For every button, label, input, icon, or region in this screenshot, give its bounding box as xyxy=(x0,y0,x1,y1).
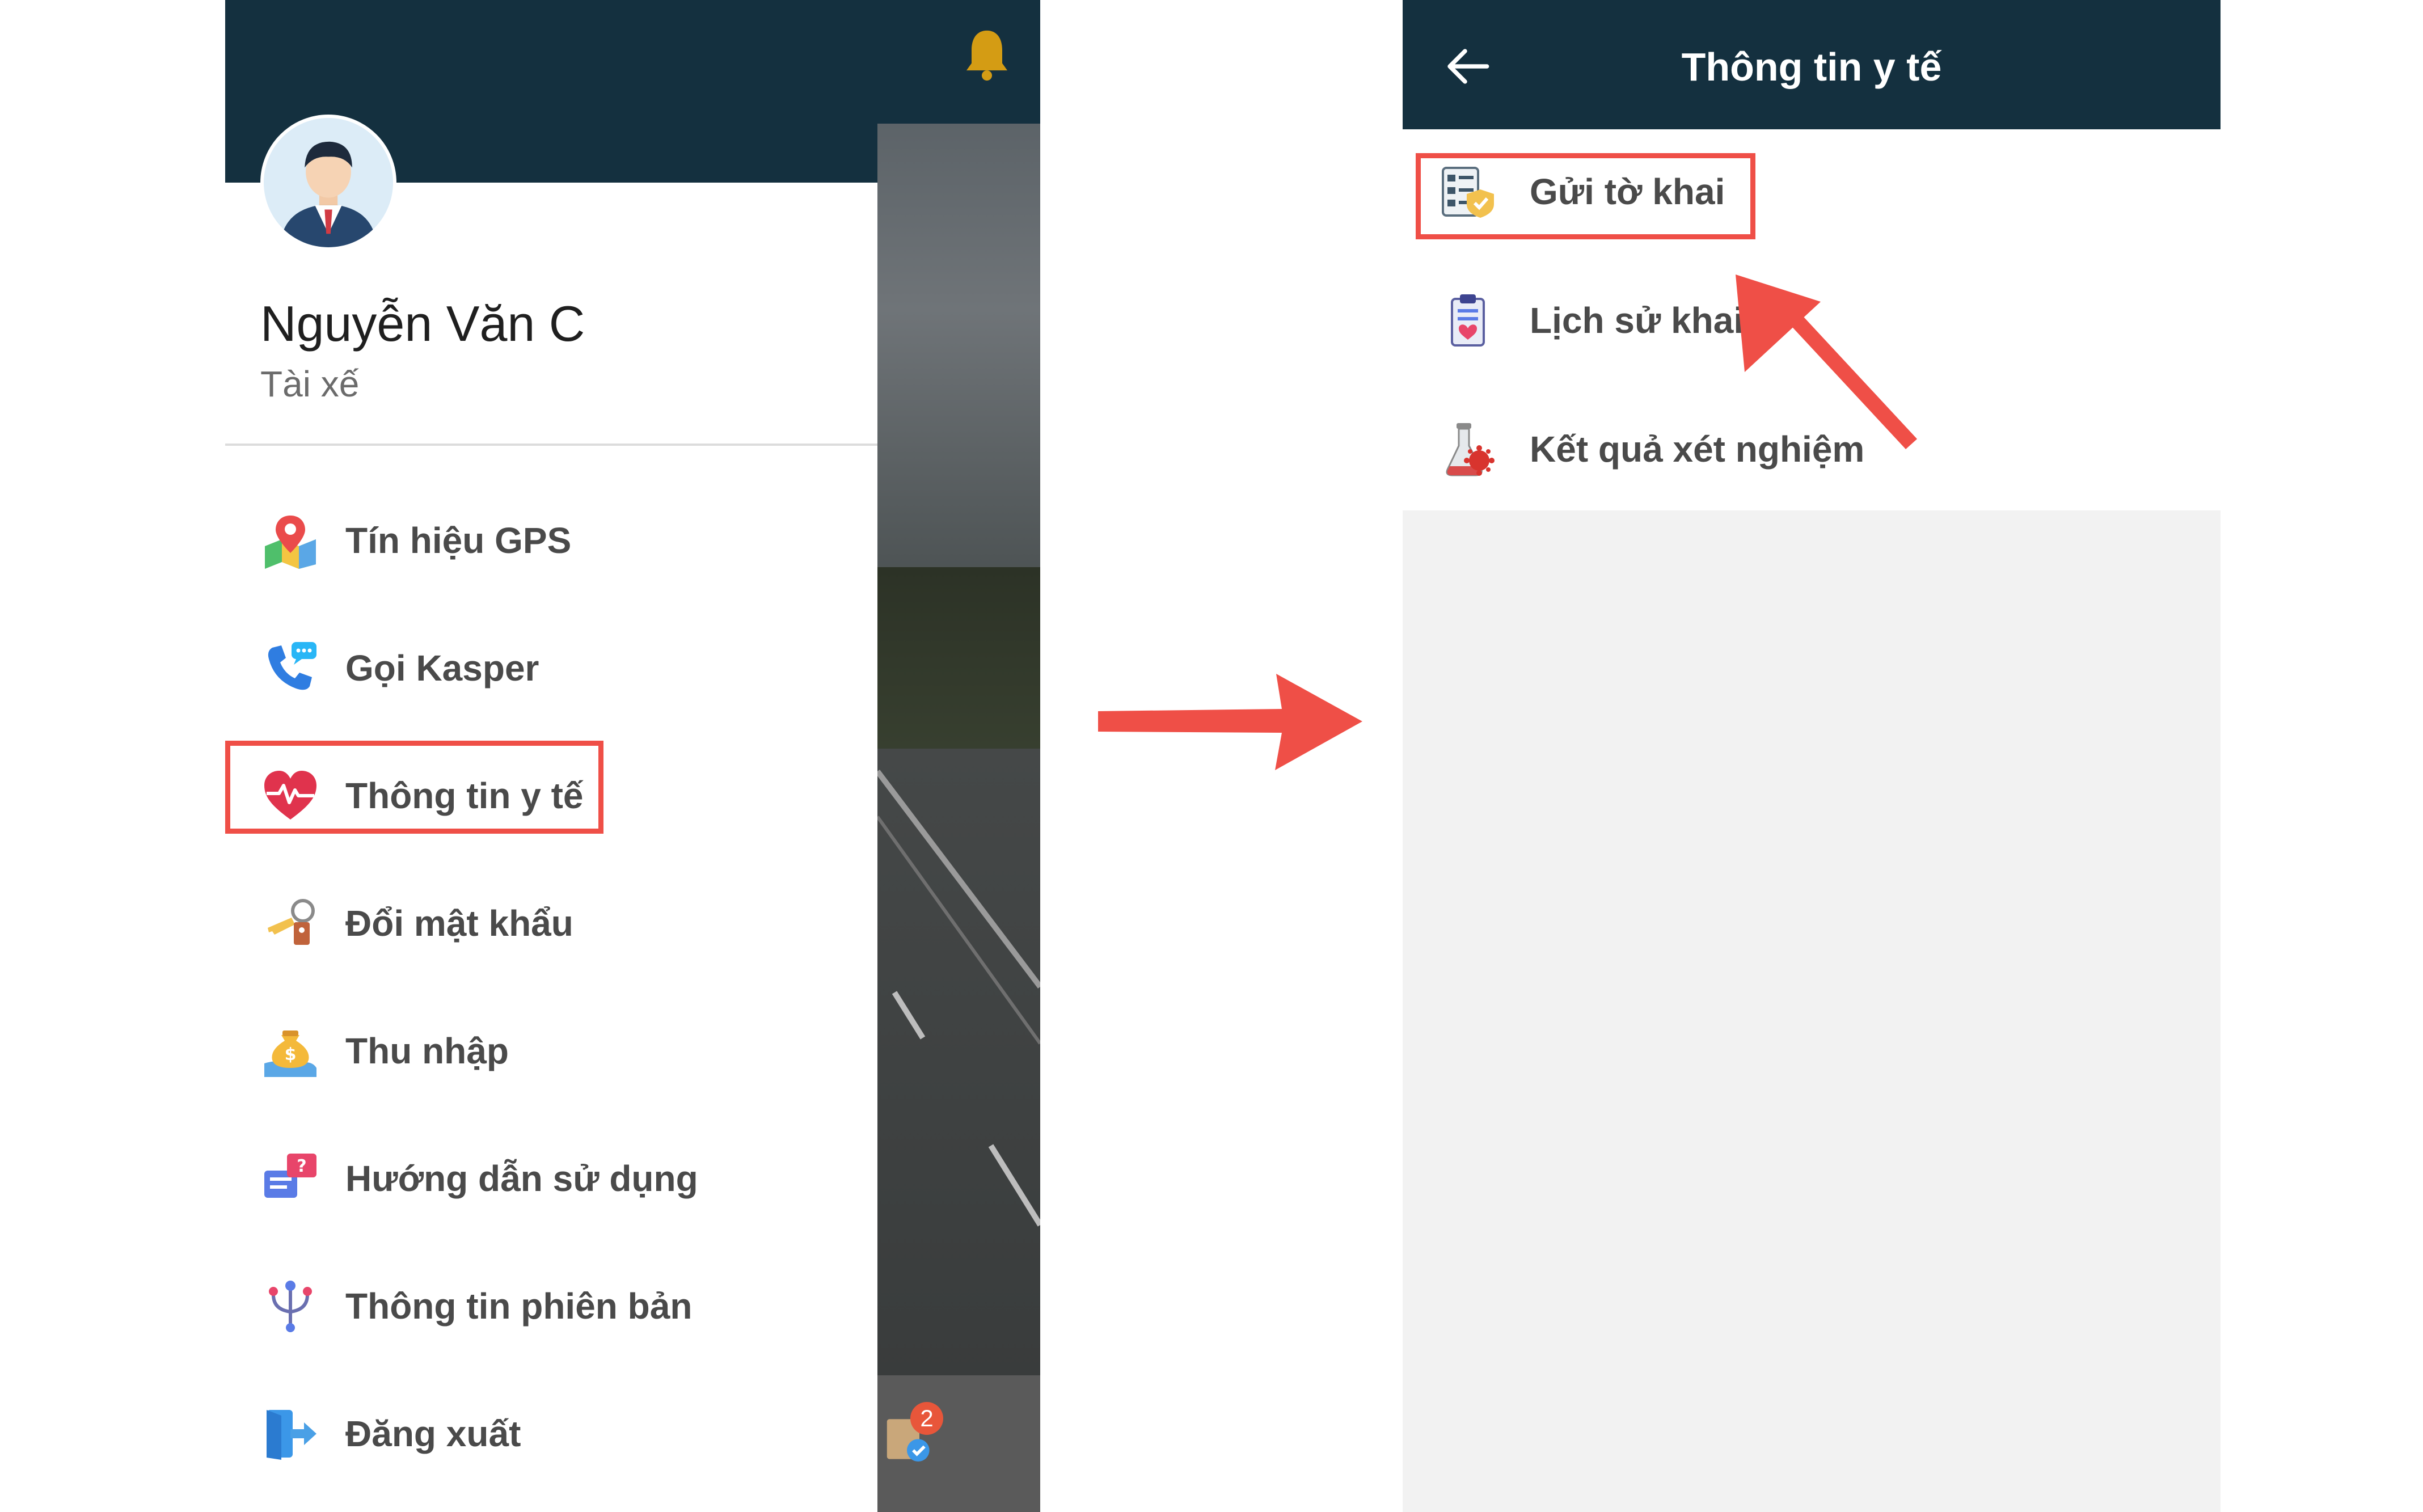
svg-text:$: $ xyxy=(285,1045,297,1065)
right-arrow-icon xyxy=(1098,674,1362,770)
menu-item-label: Tín hiệu GPS xyxy=(345,520,572,561)
highlight-box xyxy=(1416,153,1755,239)
help-chat-icon: ? xyxy=(259,1147,322,1210)
menu-item-label: Gọi Kasper xyxy=(345,648,539,689)
key-icon xyxy=(259,892,322,954)
logout-icon xyxy=(259,1403,322,1465)
pointer-arrow-icon xyxy=(1736,274,1917,449)
bell-icon[interactable] xyxy=(961,27,1012,87)
svg-text:?: ? xyxy=(297,1156,306,1176)
back-button[interactable] xyxy=(1437,35,1499,98)
background-road xyxy=(877,749,1040,1378)
user-name: Nguyễn Văn C xyxy=(260,295,585,352)
menu-item-call-kasper[interactable]: Gọi Kasper xyxy=(259,626,539,711)
background-trees xyxy=(877,567,1040,760)
phone-chat-icon xyxy=(259,637,322,699)
menu-item-logout[interactable]: Đăng xuất xyxy=(259,1391,521,1476)
menu-item-gps[interactable]: Tín hiệu GPS xyxy=(259,498,571,583)
highlight-box xyxy=(225,741,603,834)
user-avatar-icon xyxy=(264,118,393,247)
background-app-overlay[interactable]: 2 xyxy=(877,0,1040,1512)
menu-item-user-guide[interactable]: ? Hướng dẫn sử dụng xyxy=(259,1136,698,1221)
menu-item-label: Đổi mật khẩu xyxy=(345,903,573,944)
back-arrow-icon xyxy=(1447,49,1489,84)
money-bag-icon: $ xyxy=(259,1020,322,1082)
menu-item-label: Thông tin phiên bản xyxy=(345,1286,693,1327)
notification-badge: 2 xyxy=(910,1402,943,1435)
menu-item-label: Thu nhập xyxy=(345,1030,509,1071)
divider xyxy=(225,444,877,446)
history-clipboard-icon xyxy=(1437,289,1499,352)
background-app-header xyxy=(877,0,1040,124)
menu-item-label: Đăng xuất xyxy=(345,1413,521,1454)
avatar[interactable] xyxy=(260,115,396,251)
menu-item-version-info[interactable]: Thông tin phiên bản xyxy=(259,1264,692,1349)
map-pin-icon xyxy=(259,509,322,572)
menu-item-label: Hướng dẫn sử dụng xyxy=(345,1158,698,1199)
test-tube-virus-icon xyxy=(1437,418,1499,480)
menu-item-income[interactable]: $ Thu nhập xyxy=(259,1008,509,1093)
menu-item-change-password[interactable]: Đổi mật khẩu xyxy=(259,881,573,966)
background-sky xyxy=(877,124,1040,589)
page-title: Thông tin y tế xyxy=(1681,45,1942,89)
version-branch-icon xyxy=(259,1275,322,1337)
user-role: Tài xế xyxy=(260,364,360,404)
